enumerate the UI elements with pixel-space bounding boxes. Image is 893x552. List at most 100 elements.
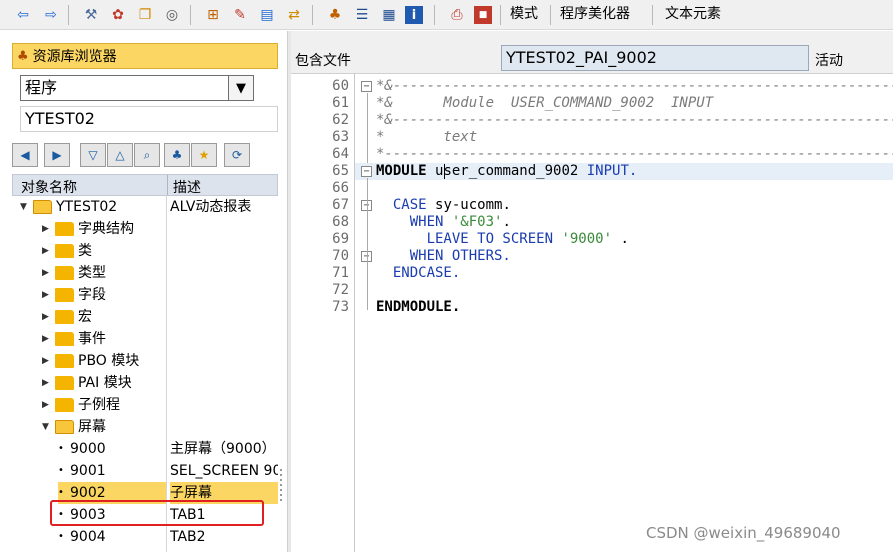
display-icon[interactable]: ◎ xyxy=(161,4,183,26)
abap-code-editor[interactable]: 60 61 62 63 64 65 66 67 68 69 70 71 72 73 − *&--------… xyxy=(291,73,893,552)
tree-folder-item[interactable]: ▶ 类型 xyxy=(12,262,278,284)
layout-icon[interactable]: ▦ xyxy=(378,4,400,26)
collapsed-arrow-icon[interactable]: ▶ xyxy=(42,262,49,284)
code-line[interactable]: *&--------------------------------------… xyxy=(376,78,893,95)
expanded-arrow-icon[interactable]: ▼ xyxy=(42,416,49,438)
tree-folder-item[interactable]: ▶ PAI 模块 xyxy=(12,372,278,394)
code-line[interactable]: LEAVE TO SCREEN '9000' . xyxy=(376,231,629,248)
tools-icon[interactable]: ⚒ xyxy=(80,4,102,26)
tree-item-description: SEL_SCREEN 9001 xyxy=(170,463,278,479)
favorites-button[interactable]: ★ xyxy=(191,143,217,167)
tree-item-description: 主屏幕（9000） xyxy=(170,441,276,457)
tree-folder-item[interactable]: ▶ 类 xyxy=(12,240,278,262)
code-line[interactable]: MODULE user_command_9002 INPUT. xyxy=(376,163,637,180)
magic-wand-icon[interactable]: ✎ xyxy=(229,4,251,26)
back-arrow-icon[interactable]: ⇦ xyxy=(12,4,34,26)
column-header-name[interactable]: 对象名称 xyxy=(21,177,77,197)
tree-leaf-item[interactable]: • 9000 主屏幕（9000） xyxy=(12,438,278,460)
code-line[interactable]: CASE sy-ucomm. xyxy=(376,197,511,214)
collapsed-arrow-icon[interactable]: ▶ xyxy=(42,284,49,306)
column-divider xyxy=(167,175,168,195)
code-token: sy-ucomm. xyxy=(435,197,511,213)
tree-item-label: YTEST02 xyxy=(56,199,118,215)
tree-folder-item[interactable]: ▶ 字典结构 xyxy=(12,218,278,240)
collapse-button[interactable]: ▽ xyxy=(80,143,106,167)
fold-toggle-icon[interactable]: − xyxy=(361,81,372,92)
code-line[interactable]: *& Module USER_COMMAND_9002 INPUT xyxy=(376,95,713,112)
collapsed-arrow-icon[interactable]: ▶ xyxy=(42,240,49,262)
collapsed-arrow-icon[interactable]: ▶ xyxy=(42,306,49,328)
collapsed-arrow-icon[interactable]: ▶ xyxy=(42,218,49,240)
folder-icon xyxy=(55,222,74,236)
next-object-button[interactable]: ▶ xyxy=(44,143,70,167)
include-name-field[interactable]: YTEST02_PAI_9002 xyxy=(501,45,809,71)
text-elements-menu[interactable]: 文本元素 xyxy=(665,5,721,23)
pretty-printer-menu[interactable]: 程序美化器 xyxy=(560,5,630,23)
align-icon[interactable]: ☰ xyxy=(351,4,373,26)
mode-menu[interactable]: 模式 xyxy=(510,5,538,23)
code-line[interactable]: * text xyxy=(376,129,477,146)
collapsed-arrow-icon[interactable]: ▶ xyxy=(42,350,49,372)
object-type-select[interactable]: 程序 xyxy=(20,75,254,101)
collapsed-arrow-icon[interactable]: ▶ xyxy=(42,394,49,416)
collapsed-arrow-icon[interactable]: ▶ xyxy=(42,328,49,350)
tree-folder-item[interactable]: ▶ PBO 模块 xyxy=(12,350,278,372)
fold-guide-line xyxy=(367,178,368,310)
tree-folder-item[interactable]: ▼ 屏幕 xyxy=(12,416,278,438)
code-line[interactable]: ENDCASE. xyxy=(376,265,460,282)
tree-folder-item[interactable]: ▶ 宏 xyxy=(12,306,278,328)
expanded-arrow-icon[interactable]: ▼ xyxy=(20,196,27,218)
find-button[interactable]: ⌕ xyxy=(134,143,160,167)
copy-icon[interactable]: ❐ xyxy=(134,4,156,26)
column-header-description[interactable]: 描述 xyxy=(173,177,201,197)
stop-icon[interactable]: ■ xyxy=(474,6,492,24)
objects-icon[interactable]: ✿ xyxy=(107,4,129,26)
tree-folder-item[interactable]: ▶ 事件 xyxy=(12,328,278,350)
code-token: user_command_9002 xyxy=(435,163,587,179)
repository-browser-title: 资源库浏览器 xyxy=(32,49,117,65)
tree-folder-item[interactable]: ▶ 字段 xyxy=(12,284,278,306)
collapse-icon: ▽ xyxy=(88,148,98,162)
tree-icon[interactable]: ♣ xyxy=(324,4,346,26)
folder-icon xyxy=(55,244,74,258)
refresh-button[interactable]: ⟳ xyxy=(224,143,250,167)
code-token: . xyxy=(612,231,629,247)
include-bar: 包含文件 YTEST02_PAI_9002 活动 xyxy=(291,31,893,73)
expand-button[interactable]: △ xyxy=(107,143,133,167)
gutter-divider xyxy=(354,74,355,552)
code-line[interactable]: *---------------------------------------… xyxy=(376,146,893,163)
code-line[interactable]: *&--------------------------------------… xyxy=(376,112,893,129)
fold-toggle-icon[interactable]: − xyxy=(361,166,372,177)
collapsed-arrow-icon[interactable]: ▶ xyxy=(42,372,49,394)
line-number: 66 xyxy=(332,180,349,196)
previous-object-button[interactable]: ◀ xyxy=(12,143,38,167)
forward-arrow-icon[interactable]: ⇨ xyxy=(40,4,62,26)
red-highlight-box xyxy=(50,500,264,526)
scroll-grip-icon[interactable] xyxy=(279,466,283,506)
line-number: 63 xyxy=(332,129,349,145)
object-name-input[interactable]: YTEST02 xyxy=(20,106,278,132)
code-line[interactable]: WHEN OTHERS. xyxy=(376,248,511,265)
code-line[interactable]: ENDMODULE. xyxy=(376,299,460,316)
code-token: *---------------------------------------… xyxy=(376,146,893,162)
form-icon[interactable]: ▤ xyxy=(256,4,278,26)
binoculars-icon: ⌕ xyxy=(143,147,151,162)
tree-folder-item[interactable]: ▶ 子例程 xyxy=(12,394,278,416)
tree-leaf-item[interactable]: • 9005 TAB3 xyxy=(12,548,278,552)
expand-icon: △ xyxy=(115,148,125,162)
forward-arrow-icon: ▶ xyxy=(52,148,62,162)
status-badge: 活动 xyxy=(815,53,843,69)
hierarchy-button[interactable]: ♣ xyxy=(164,143,190,167)
hierarchy-icon[interactable]: ⊞ xyxy=(202,4,224,26)
code-token: INPUT. xyxy=(586,163,638,179)
tree-leaf-item[interactable]: • 9004 TAB2 xyxy=(12,526,278,548)
tree-item-label: 宏 xyxy=(78,309,92,325)
repository-browser-button[interactable]: ♣ 资源库浏览器 xyxy=(12,43,278,69)
print-icon[interactable]: ⎙ xyxy=(446,4,468,26)
chevron-down-icon[interactable]: ▼ xyxy=(228,76,253,100)
info-icon[interactable]: i xyxy=(405,6,423,24)
transfer-icon[interactable]: ⇄ xyxy=(283,4,305,26)
tree-leaf-item[interactable]: • 9001 SEL_SCREEN 9001 xyxy=(12,460,278,482)
code-line[interactable]: WHEN '&F03'. xyxy=(376,214,511,231)
tree-folder-item[interactable]: ▼ YTEST02 ALV动态报表 xyxy=(12,196,278,218)
